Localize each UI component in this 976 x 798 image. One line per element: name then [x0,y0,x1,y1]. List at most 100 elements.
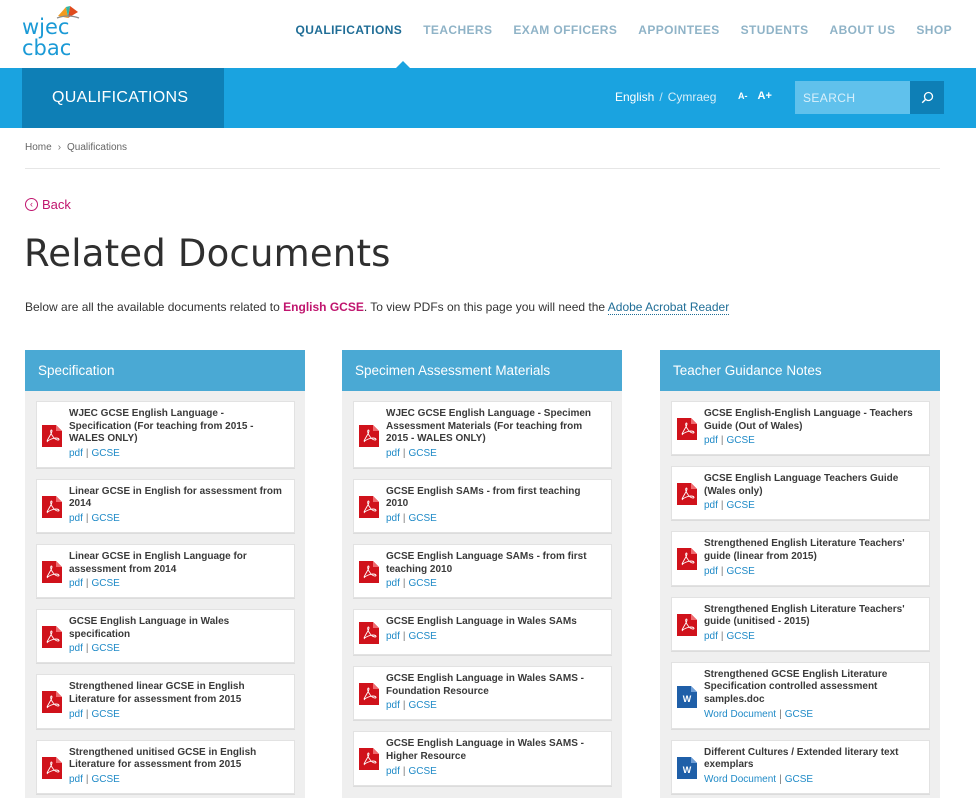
document-level-tag[interactable]: GCSE [727,500,755,511]
document-level-tag[interactable]: GCSE [727,631,755,642]
logo-text-wjec: wjec [22,15,70,39]
document-card[interactable]: GCSE English Language Teachers Guide (Wa… [671,466,930,521]
document-card[interactable]: GCSE English SAMs - from first teaching … [353,478,612,533]
document-card[interactable]: GCSE English-English Language - Teachers… [671,401,930,456]
breadcrumb-home[interactable]: Home [25,142,52,153]
document-card[interactable]: WJEC GCSE English Language - Specimen As… [353,401,612,468]
column-heading: Specimen Assessment Materials [342,350,622,391]
document-type-link[interactable]: pdf [69,448,83,459]
search-input[interactable] [795,81,911,114]
document-type-link[interactable]: Word Document [704,709,776,720]
word-icon: W [677,756,697,779]
document-title[interactable]: GCSE English-English Language - Teachers… [704,408,923,433]
document-level-tag[interactable]: GCSE [727,435,755,446]
document-type-link[interactable]: pdf [69,709,83,720]
document-title[interactable]: GCSE English Language Teachers Guide (Wa… [704,473,923,498]
document-card[interactable]: GCSE English Language SAMs - from first … [353,543,612,599]
document-card[interactable]: Strengthened unitised GCSE in English Li… [36,739,295,794]
document-title[interactable]: GCSE English SAMs - from first teaching … [386,486,605,511]
document-level-tag[interactable]: GCSE [785,774,813,785]
document-card[interactable]: GCSE English Language in Wales SAMs pdf | G… [353,609,612,656]
document-type-link[interactable]: pdf [386,448,400,459]
document-level-tag[interactable]: GCSE [727,566,755,577]
document-level-tag[interactable]: GCSE [785,709,813,720]
back-link[interactable]: ‹ Back [25,197,71,212]
document-title[interactable]: GCSE English Language in Wales specifica… [69,616,288,641]
document-type-link[interactable]: pdf [69,513,83,524]
nav-teachers[interactable]: TEACHERS [423,23,492,37]
document-title[interactable]: Linear GCSE in English Language for asse… [69,551,288,576]
document-level-tag[interactable]: GCSE [92,643,120,654]
document-meta: pdf | GCSE [69,447,288,461]
back-arrow-icon: ‹ [25,198,38,211]
lang-separator: / [659,90,663,104]
document-level-tag[interactable]: GCSE [92,513,120,524]
document-level-tag[interactable]: GCSE [409,700,437,711]
document-title[interactable]: GCSE English Language in Wales SAMS - Fo… [386,673,605,698]
document-meta: pdf | GCSE [386,512,605,526]
document-card[interactable]: Strengthened linear GCSE in English Lite… [36,674,295,729]
nav-qualifications[interactable]: QUALIFICATIONS [295,23,402,37]
lang-english[interactable]: English [615,90,654,104]
document-card[interactable]: W Strengthened GCSE English Literature Sp… [671,661,930,729]
acrobat-reader-link[interactable]: Adobe Acrobat Reader [607,300,730,315]
document-card[interactable]: Strengthened English Literature Teachers… [671,596,930,651]
document-card[interactable]: Linear GCSE in English for assessment fr… [36,478,295,533]
document-title[interactable]: Strengthened English Literature Teachers… [704,538,923,563]
document-level-tag[interactable]: GCSE [409,513,437,524]
document-level-tag[interactable]: GCSE [92,448,120,459]
document-card[interactable]: WJEC GCSE English Language - Specificati… [36,401,295,468]
document-type-link[interactable]: pdf [386,513,400,524]
document-level-tag[interactable]: GCSE [92,774,120,785]
document-card[interactable]: GCSE English Language in Wales SAMS - Hi… [353,731,612,786]
document-title[interactable]: GCSE English Language in Wales SAMS - Hi… [386,738,605,763]
search-button[interactable] [910,81,944,114]
document-type-link[interactable]: pdf [69,643,83,654]
document-type-link[interactable]: pdf [69,578,83,589]
font-decrease-button[interactable]: A- [738,91,748,101]
document-type-link[interactable]: pdf [69,774,83,785]
document-title[interactable]: Different Cultures / Extended literary t… [704,747,923,772]
nav-appointees[interactable]: APPOINTEES [638,23,719,37]
nav-shop[interactable]: SHOP [916,23,952,37]
document-meta: pdf | GCSE [69,512,288,526]
document-card[interactable]: Strengthened English Literature Teachers… [671,531,930,586]
document-title[interactable]: Linear GCSE in English for assessment fr… [69,486,288,511]
nav-about-us[interactable]: ABOUT US [830,23,896,37]
document-card[interactable]: W Different Cultures / Extended literary … [671,739,930,794]
document-level-tag[interactable]: GCSE [409,631,437,642]
document-title[interactable]: Strengthened GCSE English Literature Spe… [704,669,923,707]
document-type-link[interactable]: pdf [704,566,718,577]
document-level-tag[interactable]: GCSE [92,709,120,720]
document-title[interactable]: WJEC GCSE English Language - Specificati… [69,408,288,446]
document-card[interactable]: Linear GCSE in English Language for asse… [36,543,295,599]
document-title[interactable]: GCSE English Language SAMs - from first … [386,551,605,576]
document-level-tag[interactable]: GCSE [409,766,437,777]
document-title[interactable]: Strengthened English Literature Teachers… [704,604,923,629]
font-increase-button[interactable]: A+ [758,90,772,102]
document-type-link[interactable]: Word Document [704,774,776,785]
document-type-link[interactable]: pdf [704,435,718,446]
breadcrumb-qualifications[interactable]: Qualifications [67,142,127,153]
document-level-tag[interactable]: GCSE [409,578,437,589]
document-type-link[interactable]: pdf [386,578,400,589]
document-level-tag[interactable]: GCSE [92,578,120,589]
lang-cymraeg[interactable]: Cymraeg [668,90,717,104]
document-title[interactable]: Strengthened linear GCSE in English Lite… [69,681,288,706]
document-meta: Word Document | GCSE [704,773,923,787]
wjec-cbac-logo[interactable]: wjec cbac [22,4,82,62]
document-level-tag[interactable]: GCSE [409,448,437,459]
document-title[interactable]: GCSE English Language in Wales SAMs [386,616,605,629]
document-type-link[interactable]: pdf [386,700,400,711]
document-card[interactable]: GCSE English Language in Wales SAMS - Fo… [353,666,612,721]
document-title[interactable]: WJEC GCSE English Language - Specimen As… [386,408,605,446]
document-card[interactable]: GCSE English Language in Wales specifica… [36,609,295,664]
document-title[interactable]: Strengthened unitised GCSE in English Li… [69,747,288,772]
document-type-link[interactable]: pdf [704,631,718,642]
document-type-link[interactable]: pdf [704,500,718,511]
document-type-link[interactable]: pdf [386,766,400,777]
nav-students[interactable]: STUDENTS [741,23,809,37]
nav-exam-officers[interactable]: EXAM OFFICERS [513,23,617,37]
font-size-controls: A- A+ [738,90,772,102]
document-type-link[interactable]: pdf [386,631,400,642]
